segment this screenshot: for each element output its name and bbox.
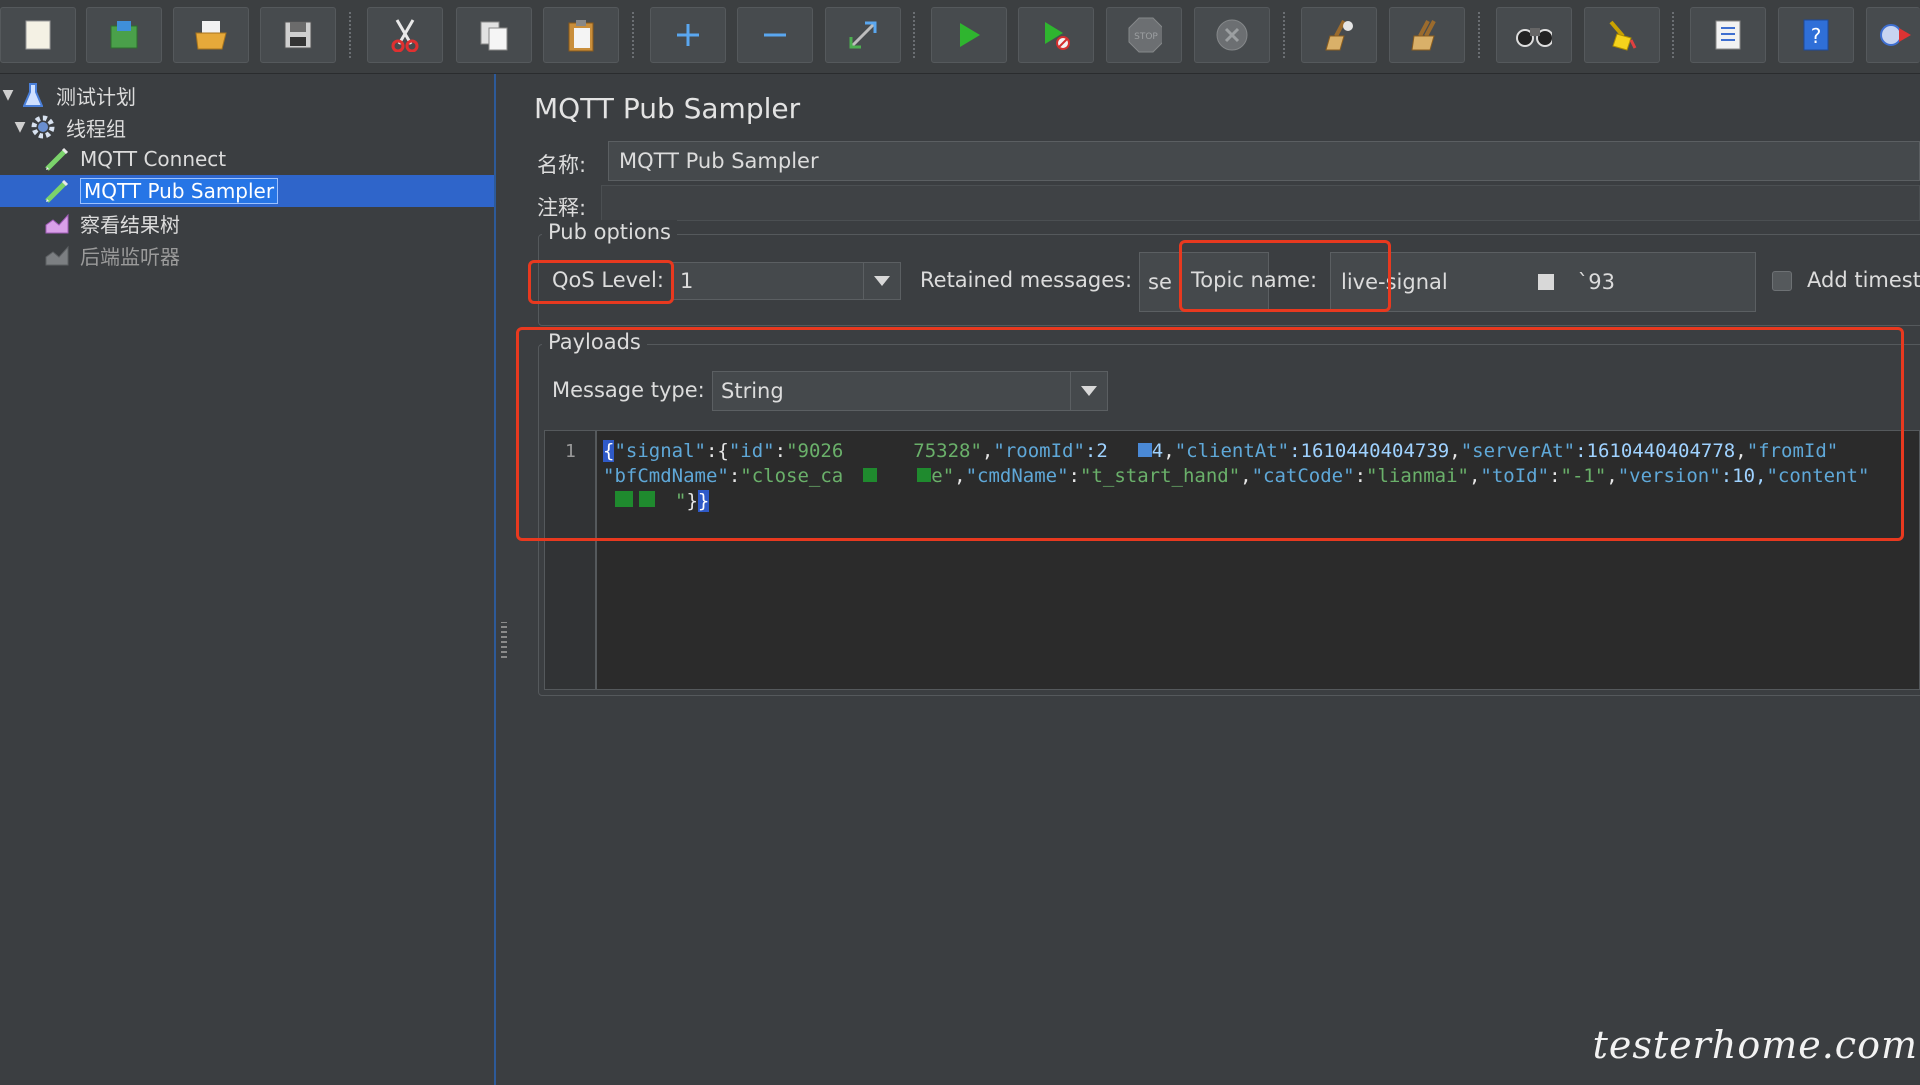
copy-icon (476, 17, 512, 53)
search-button[interactable] (1496, 7, 1572, 63)
highlight-annotation (516, 327, 1904, 541)
topic-value-end: `93 (1577, 270, 1615, 294)
tree-item-label: 后端监听器 (80, 244, 180, 269)
listener-chart-icon (42, 241, 72, 269)
svg-text:?: ? (1811, 24, 1822, 48)
help-button[interactable]: ? (1778, 7, 1854, 63)
pub-options-title: Pub options (542, 220, 677, 244)
toolbar-separator (1283, 12, 1285, 58)
tree-item-thread-group[interactable]: ▼ 线程组 (0, 111, 494, 143)
start-no-timers-button[interactable] (1018, 7, 1094, 63)
toggle-button[interactable] (825, 7, 901, 63)
page-title: MQTT Pub Sampler (534, 92, 801, 125)
listener-chart-icon (42, 209, 72, 237)
highlight-annotation (1179, 240, 1391, 312)
tree-item-label: MQTT Pub Sampler (80, 178, 279, 204)
shutdown-button[interactable] (1194, 7, 1270, 63)
topic-value-mid: signal (1385, 270, 1448, 294)
test-plan-tree: ▼ 测试计划 ▼ 线程组 MQTT Connect MQTT Pub Sampl… (0, 74, 496, 1085)
function-helper-button[interactable] (1690, 7, 1766, 63)
clear-button[interactable] (1301, 7, 1377, 63)
topic-field[interactable]: live- signal `93 (1330, 252, 1756, 312)
redaction-block (1537, 274, 1554, 290)
comment-field[interactable] (601, 185, 1920, 221)
sampler-pen-icon (42, 145, 72, 173)
comment-label: 注释: (537, 196, 587, 220)
save-icon (280, 17, 316, 53)
tree-item-label: 测试计划 (56, 84, 136, 109)
play-no-timer-icon (1038, 17, 1074, 53)
toolbar-separator (1672, 12, 1674, 58)
new-button[interactable] (0, 7, 76, 63)
toolbar-separator (1478, 12, 1480, 58)
tree-item-label: MQTT Connect (80, 147, 227, 171)
highlight-annotation (528, 260, 674, 304)
new-file-icon (20, 17, 56, 53)
reset-search-button[interactable] (1584, 7, 1660, 63)
expand-arrow-icon[interactable]: ▼ (0, 87, 16, 103)
scissors-icon (387, 17, 423, 53)
thread-group-gear-icon (28, 113, 58, 141)
open-folder-icon (193, 17, 229, 53)
paste-button[interactable] (543, 7, 619, 63)
chevron-down-icon[interactable] (863, 263, 900, 299)
start-button[interactable] (931, 7, 1007, 63)
tree-item-mqtt-pub-sampler[interactable]: MQTT Pub Sampler (0, 175, 494, 207)
add-timestamp-checkbox[interactable] (1772, 271, 1792, 291)
splitter[interactable] (496, 74, 514, 1085)
paste-icon (563, 17, 599, 53)
name-label: 名称: (537, 153, 587, 177)
broom-yellow-icon (1604, 17, 1640, 53)
save-button[interactable] (260, 7, 336, 63)
qos-select[interactable]: 1 (671, 262, 901, 300)
clear-all-button[interactable] (1389, 7, 1465, 63)
list-icon (1710, 17, 1746, 53)
expand-arrow-icon[interactable]: ▼ (12, 119, 28, 135)
cut-button[interactable] (367, 7, 443, 63)
remote-icon (1876, 17, 1912, 53)
toggle-icon (845, 17, 881, 53)
svg-text:STOP: STOP (1134, 32, 1158, 42)
tree-item-test-plan[interactable]: ▼ 测试计划 (0, 79, 494, 111)
sampler-panel: MQTT Pub Sampler 名称: MQTT Pub Sampler 注释… (514, 74, 1920, 1085)
minus-icon (757, 17, 793, 53)
sampler-pen-icon (42, 177, 72, 205)
remote-start-button[interactable] (1866, 7, 1920, 63)
broom-all-icon (1409, 17, 1445, 53)
tree-item-label: 察看结果树 (80, 212, 180, 237)
plus-icon (670, 17, 706, 53)
retained-label: Retained messages: (920, 268, 1133, 292)
toolbar-separator (632, 12, 634, 58)
tree-item-label: 线程组 (66, 116, 126, 141)
copy-button[interactable] (456, 7, 532, 63)
test-plan-flask-icon (18, 81, 48, 109)
expand-button[interactable] (650, 7, 726, 63)
binoculars-icon (1516, 17, 1552, 53)
stop-icon: STOP (1126, 17, 1162, 53)
tree-item-mqtt-connect[interactable]: MQTT Connect (0, 143, 494, 175)
add-timestamp-label: Add timest (1807, 268, 1920, 292)
broom-icon (1321, 17, 1357, 53)
toolbar: STOP ? (0, 0, 1920, 74)
splitter-grip-icon[interactable] (501, 622, 507, 658)
toolbar-separator (349, 12, 351, 58)
tree-item-backend-listener[interactable]: 后端监听器 (0, 239, 494, 271)
play-icon (951, 17, 987, 53)
templates-button[interactable] (86, 7, 162, 63)
help-icon: ? (1798, 17, 1834, 53)
qos-value: 1 (680, 269, 694, 293)
toolbar-separator (913, 12, 915, 58)
collapse-button[interactable] (737, 7, 813, 63)
templates-icon (106, 17, 142, 53)
tree-item-view-results-tree[interactable]: 察看结果树 (0, 207, 494, 239)
open-button[interactable] (173, 7, 249, 63)
name-field[interactable]: MQTT Pub Sampler (608, 141, 1920, 181)
watermark: testerhome.com (1592, 1023, 1918, 1067)
stop-button[interactable]: STOP (1106, 7, 1182, 63)
shutdown-icon (1214, 17, 1250, 53)
